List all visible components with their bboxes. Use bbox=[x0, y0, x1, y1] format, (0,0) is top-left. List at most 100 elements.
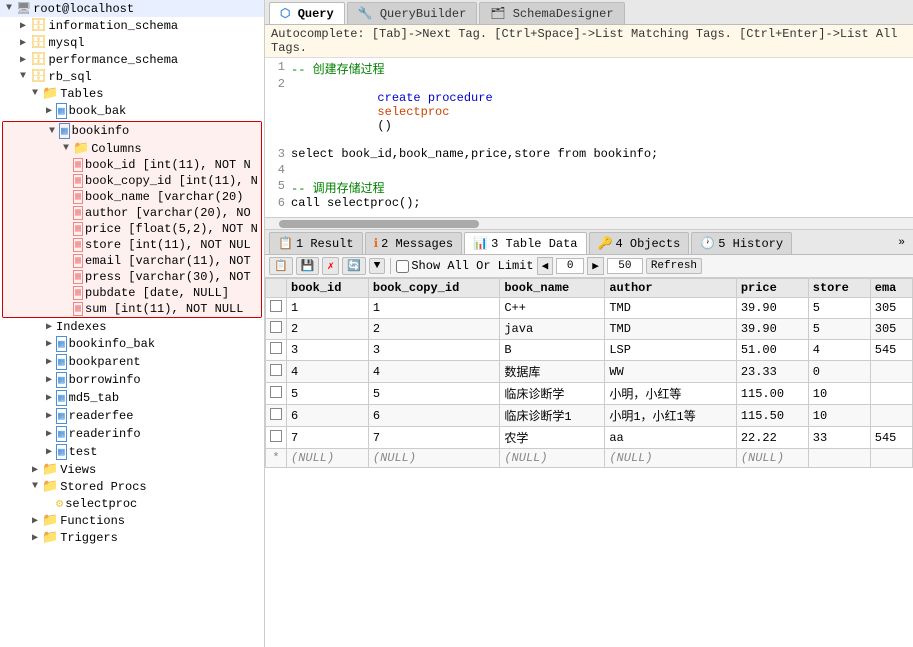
sidebar-item-col-pubdate[interactable]: ▦ pubdate [date, NULL] bbox=[3, 285, 261, 301]
tab-querybuilder[interactable]: 🔧 QueryBuilder bbox=[347, 2, 478, 24]
right-panel: ⬡ Query 🔧 QueryBuilder 🗂 SchemaDesigner … bbox=[265, 0, 913, 647]
next-btn[interactable]: ▶ bbox=[587, 257, 604, 275]
sidebar-item-test[interactable]: ▶ ▦ test bbox=[0, 443, 264, 461]
sidebar-item-bookparent[interactable]: ▶ ▦ bookparent bbox=[0, 353, 264, 371]
cell-email bbox=[870, 361, 912, 383]
star-row[interactable]: * (NULL) (NULL) (NULL) (NULL) (NULL) bbox=[266, 449, 913, 468]
sidebar-item-triggers[interactable]: ▶ 📁 Triggers bbox=[0, 529, 264, 546]
horizontal-scrollbar[interactable] bbox=[265, 218, 913, 230]
sidebar-item-readerinfo[interactable]: ▶ ▦ readerinfo bbox=[0, 425, 264, 443]
tab-query[interactable]: ⬡ Query bbox=[269, 2, 345, 24]
folder-label: Columns bbox=[91, 142, 141, 156]
table-label: bookinfo bbox=[72, 124, 130, 138]
row-cb[interactable] bbox=[266, 319, 287, 340]
scroll-thumb[interactable] bbox=[279, 220, 479, 228]
table-row[interactable]: 1 1 C++ TMD 39.90 5 305 bbox=[266, 298, 913, 319]
cell-author: LSP bbox=[605, 340, 736, 361]
querybuilder-tab-icon: 🔧 bbox=[358, 7, 373, 21]
row-cb[interactable] bbox=[266, 427, 287, 449]
sidebar-item-col-author[interactable]: ▦ author [varchar(20), NO bbox=[3, 205, 261, 221]
tab-schemadesigner[interactable]: 🗂 SchemaDesigner bbox=[479, 2, 624, 24]
sidebar-item-col-press[interactable]: ▦ press [varchar(30), NOT bbox=[3, 269, 261, 285]
db-label: information_schema bbox=[49, 19, 179, 33]
count-input[interactable] bbox=[607, 258, 643, 274]
sidebar-item-tables[interactable]: ▼ 📁 Tables bbox=[0, 85, 264, 102]
sidebar-item-root[interactable]: ▼ 🖥 root@localhost bbox=[0, 0, 264, 17]
query-editor[interactable]: 1 -- 创建存储过程 2 create procedure selectpro… bbox=[265, 58, 913, 218]
sidebar-item-bookinfo_bak[interactable]: ▶ ▦ bookinfo_bak bbox=[0, 335, 264, 353]
th-book_copy_id[interactable]: book_copy_id bbox=[368, 279, 499, 298]
tab-result[interactable]: 📋 1 Result bbox=[269, 232, 363, 254]
table-row[interactable]: 5 5 临床诊断学 小明，小红等 115.00 10 bbox=[266, 383, 913, 405]
sidebar-item-readerfee[interactable]: ▶ ▦ readerfee bbox=[0, 407, 264, 425]
line-content-2: create procedure selectproc () bbox=[291, 77, 911, 147]
sidebar-item-col-book_copy_id[interactable]: ▦ book_copy_id [int(11), N bbox=[3, 173, 261, 189]
sidebar-item-rb_sql[interactable]: ▼ 🗄 rb_sql bbox=[0, 68, 264, 85]
toolbar-btn-filter[interactable]: ▼ bbox=[369, 258, 386, 274]
show-all-checkbox[interactable] bbox=[396, 260, 409, 273]
cell-store: 5 bbox=[808, 319, 870, 340]
offset-input[interactable] bbox=[556, 258, 584, 274]
table-row[interactable]: 7 7 农学 aa 22.22 33 545 bbox=[266, 427, 913, 449]
sidebar-item-functions[interactable]: ▶ 📁 Functions bbox=[0, 512, 264, 529]
sidebar-item-col-book_name[interactable]: ▦ book_name [varchar(20) bbox=[3, 189, 261, 205]
sidebar-item-mysql[interactable]: ▶ 🗄 mysql bbox=[0, 34, 264, 51]
sidebar-item-col-book_id[interactable]: ▦ book_id [int(11), NOT N bbox=[3, 157, 261, 173]
autocomplete-bar: Autocomplete: [Tab]->Next Tag. [Ctrl+Spa… bbox=[265, 25, 913, 58]
cell-author: TMD bbox=[605, 319, 736, 340]
table-row[interactable]: 6 6 临床诊断学1 小明1，小红1等 115.50 10 bbox=[266, 405, 913, 427]
th-price[interactable]: price bbox=[736, 279, 808, 298]
sidebar-item-selectproc[interactable]: ⚙ selectproc bbox=[0, 495, 264, 512]
cell-book_id: 4 bbox=[287, 361, 369, 383]
th-email[interactable]: ema bbox=[870, 279, 912, 298]
row-cb[interactable] bbox=[266, 361, 287, 383]
toolbar-btn-delete[interactable]: ✗ bbox=[322, 257, 339, 275]
cell-author: aa bbox=[605, 427, 736, 449]
th-book_name[interactable]: book_name bbox=[500, 279, 605, 298]
sidebar-item-views[interactable]: ▶ 📁 Views bbox=[0, 461, 264, 478]
table-row[interactable]: 3 3 B LSP 51.00 4 545 bbox=[266, 340, 913, 361]
table-label: book_bak bbox=[69, 104, 127, 118]
sidebar-item-information_schema[interactable]: ▶ 🗄 information_schema bbox=[0, 17, 264, 34]
collapse-arrow[interactable]: » bbox=[894, 235, 909, 251]
data-table-wrapper[interactable]: book_id book_copy_id book_name author pr… bbox=[265, 278, 913, 647]
toolbar-btn-4[interactable]: 🔄 bbox=[342, 257, 366, 275]
sidebar-item-col-sum[interactable]: ▦ sum [int(11), NOT NULL bbox=[3, 301, 261, 317]
sidebar-item-col-price[interactable]: ▦ price [float(5,2), NOT N bbox=[3, 221, 261, 237]
th-book_id[interactable]: book_id bbox=[287, 279, 369, 298]
toolbar-btn-1[interactable]: 📋 bbox=[269, 257, 293, 275]
row-cb[interactable] bbox=[266, 298, 287, 319]
proc-parens: () bbox=[377, 119, 391, 133]
table-icon: ▦ bbox=[56, 354, 67, 370]
sidebar-item-col-email[interactable]: ▦ email [varchar(11), NOT bbox=[3, 253, 261, 269]
table-icon: ▦ bbox=[56, 336, 67, 352]
db-icon: 🗄 bbox=[30, 18, 47, 33]
cell-price: 115.00 bbox=[736, 383, 808, 405]
sidebar-item-col-store[interactable]: ▦ store [int(11), NOT NUL bbox=[3, 237, 261, 253]
row-cb[interactable] bbox=[266, 340, 287, 361]
tab-objects[interactable]: 🔑 4 Objects bbox=[589, 232, 690, 254]
sidebar-item-indexes[interactable]: ▶ Indexes bbox=[0, 319, 264, 335]
sidebar-item-borrowinfo[interactable]: ▶ ▦ borrowinfo bbox=[0, 371, 264, 389]
sidebar-item-columns[interactable]: ▼ 📁 Columns bbox=[3, 140, 261, 157]
row-cb[interactable] bbox=[266, 405, 287, 427]
tab-table-data[interactable]: 📊 3 Table Data bbox=[464, 232, 586, 254]
tabledata-icon: 📊 bbox=[473, 236, 488, 251]
prev-btn[interactable]: ◀ bbox=[537, 257, 554, 275]
row-cb[interactable] bbox=[266, 383, 287, 405]
tab-history[interactable]: 🕐 5 History bbox=[691, 232, 792, 254]
sidebar-item-performance_schema[interactable]: ▶ 🗄 performance_schema bbox=[0, 51, 264, 68]
cell-book_name: java bbox=[500, 319, 605, 340]
sidebar-item-md5_tab[interactable]: ▶ ▦ md5_tab bbox=[0, 389, 264, 407]
toolbar-btn-save[interactable]: 💾 bbox=[296, 257, 320, 275]
th-author[interactable]: author bbox=[605, 279, 736, 298]
table-row[interactable]: 2 2 java TMD 39.90 5 305 bbox=[266, 319, 913, 340]
table-row[interactable]: 4 4 数据库 WW 23.33 0 bbox=[266, 361, 913, 383]
tab-messages[interactable]: ℹ 2 Messages bbox=[365, 232, 463, 254]
sidebar-item-book_bak[interactable]: ▶ ▦ book_bak bbox=[0, 102, 264, 120]
refresh-btn[interactable]: Refresh bbox=[646, 258, 702, 274]
th-store[interactable]: store bbox=[808, 279, 870, 298]
sidebar-item-bookinfo[interactable]: ▼ ▦ bookinfo bbox=[3, 122, 261, 140]
table-icon: ▦ bbox=[56, 372, 67, 388]
sidebar-item-stored-procs[interactable]: ▼ 📁 Stored Procs bbox=[0, 478, 264, 495]
